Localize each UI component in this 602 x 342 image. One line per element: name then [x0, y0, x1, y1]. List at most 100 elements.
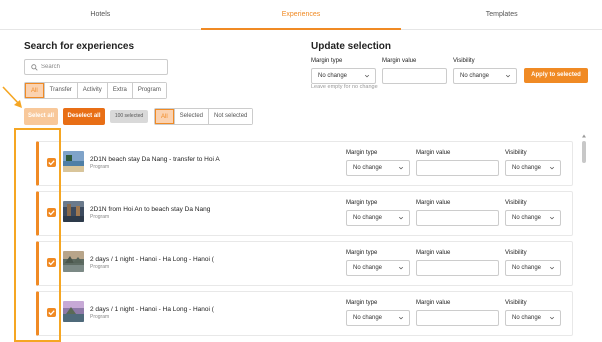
- update-title: Update selection: [311, 41, 392, 52]
- chevron-down-icon: [549, 266, 555, 270]
- item-thumbnail: [63, 151, 84, 172]
- filter-selection-all[interactable]: All: [155, 109, 174, 124]
- chevron-down-icon: [505, 74, 511, 78]
- row-margin-value-input[interactable]: [416, 160, 499, 176]
- row-margin-type-select[interactable]: No change: [346, 260, 410, 276]
- row-margin-type-select[interactable]: No change: [346, 210, 410, 226]
- row-visibility-value: No change: [512, 165, 542, 171]
- chevron-down-icon: [549, 316, 555, 320]
- deselect-all-button[interactable]: Deselect all: [63, 108, 105, 125]
- apply-to-selected-button[interactable]: Apply to selected: [524, 68, 588, 83]
- experience-list: 2D1N beach stay Da Nang - transfer to Ho…: [20, 133, 573, 342]
- chevron-down-icon: [398, 316, 404, 320]
- experience-row: 2D1N beach stay Da Nang - transfer to Ho…: [36, 141, 573, 186]
- item-type: Program: [90, 314, 110, 320]
- chevron-down-icon: [549, 216, 555, 220]
- margin-value-label: Margin value: [382, 58, 417, 64]
- row-margin-type-value: No change: [353, 265, 383, 271]
- row-visibility-select[interactable]: No change: [505, 310, 561, 326]
- row-visibility-value: No change: [512, 265, 542, 271]
- item-checkbox[interactable]: [47, 158, 56, 167]
- search-field[interactable]: [24, 59, 168, 75]
- row-margin-type-label: Margin type: [346, 200, 378, 206]
- item-title: 2 days / 1 night - Hanoi - Ha Long - Han…: [90, 306, 214, 313]
- experience-row: 2 days / 1 night - Hanoi - Ha Long - Han…: [36, 241, 573, 286]
- row-visibility-select[interactable]: No change: [505, 260, 561, 276]
- chevron-down-icon: [364, 74, 370, 78]
- bulk-margin-value-input[interactable]: [382, 68, 447, 84]
- row-visibility-label: Visibility: [505, 200, 527, 206]
- row-margin-type-value: No change: [353, 165, 383, 171]
- item-thumbnail: [63, 201, 84, 222]
- search-icon: [31, 63, 38, 71]
- row-margin-value-input[interactable]: [416, 310, 499, 326]
- search-title: Search for experiences: [24, 41, 135, 52]
- chevron-down-icon: [549, 166, 555, 170]
- row-visibility-select[interactable]: No change: [505, 160, 561, 176]
- item-title: 2D1N beach stay Da Nang - transfer to Ho…: [90, 156, 220, 163]
- filter-not-selected[interactable]: Not selected: [208, 109, 253, 124]
- item-checkbox[interactable]: [47, 258, 56, 267]
- experience-row: 2D1N from Hoi An to beach stay Da Nang P…: [36, 191, 573, 236]
- item-type: Program: [90, 164, 110, 170]
- row-visibility-select[interactable]: No change: [505, 210, 561, 226]
- list-scrollbar[interactable]: [581, 133, 587, 342]
- row-visibility-value: No change: [512, 215, 542, 221]
- tab-experiences[interactable]: Experiences: [200, 0, 402, 30]
- row-margin-value-input[interactable]: [416, 260, 499, 276]
- empty-hint: Leave empty for no change: [311, 84, 378, 90]
- margin-type-label: Margin type: [311, 58, 343, 64]
- tab-hotels[interactable]: Hotels: [0, 0, 201, 29]
- filter-extra[interactable]: Extra: [106, 83, 132, 98]
- row-visibility-label: Visibility: [505, 300, 527, 306]
- row-margin-value-input[interactable]: [416, 210, 499, 226]
- bulk-visibility-select[interactable]: No change: [453, 68, 517, 84]
- filter-selected[interactable]: Selected: [173, 109, 209, 124]
- item-checkbox[interactable]: [47, 308, 56, 317]
- row-margin-value-label: Margin value: [416, 300, 451, 306]
- row-margin-type-value: No change: [353, 215, 383, 221]
- select-all-button[interactable]: Select all: [24, 108, 58, 125]
- filter-program[interactable]: Program: [131, 83, 166, 98]
- row-margin-type-select[interactable]: No change: [346, 160, 410, 176]
- row-margin-type-label: Margin type: [346, 150, 378, 156]
- chevron-down-icon: [398, 266, 404, 270]
- bulk-margin-type-select[interactable]: No change: [311, 68, 376, 84]
- row-visibility-value: No change: [512, 315, 542, 321]
- item-thumbnail: [63, 251, 84, 272]
- check-icon: [48, 210, 55, 216]
- tab-bar: Hotels Experiences Templates: [0, 0, 602, 30]
- visibility-label: Visibility: [453, 58, 475, 64]
- check-icon: [48, 310, 55, 316]
- row-margin-value-label: Margin value: [416, 150, 451, 156]
- chevron-down-icon: [398, 216, 404, 220]
- check-icon: [48, 160, 55, 166]
- item-title: 2 days / 1 night - Hanoi - Ha Long - Han…: [90, 256, 214, 263]
- row-visibility-label: Visibility: [505, 250, 527, 256]
- row-margin-type-value: No change: [353, 315, 383, 321]
- row-margin-type-select[interactable]: No change: [346, 310, 410, 326]
- row-visibility-label: Visibility: [505, 150, 527, 156]
- filter-activity[interactable]: Activity: [76, 83, 107, 98]
- bulk-margin-type-value: No change: [318, 73, 348, 79]
- row-margin-type-label: Margin type: [346, 250, 378, 256]
- item-type: Program: [90, 214, 110, 220]
- search-input[interactable]: [41, 64, 161, 70]
- scrollbar-thumb[interactable]: [582, 141, 586, 163]
- row-margin-type-label: Margin type: [346, 300, 378, 306]
- row-margin-value-label: Margin value: [416, 250, 451, 256]
- filter-transfer[interactable]: Transfer: [43, 83, 77, 98]
- tab-templates[interactable]: Templates: [401, 0, 602, 29]
- item-type: Program: [90, 264, 110, 270]
- selected-count-badge: 100 selected: [110, 110, 148, 123]
- check-icon: [48, 260, 55, 266]
- bulk-visibility-value: No change: [460, 73, 490, 79]
- row-margin-value-label: Margin value: [416, 200, 451, 206]
- item-checkbox[interactable]: [47, 208, 56, 217]
- chevron-down-icon: [398, 166, 404, 170]
- experience-row: 2 days / 1 night - Hanoi - Ha Long - Han…: [36, 291, 573, 336]
- scroll-up-icon[interactable]: [581, 133, 587, 139]
- pointer-arrow-icon: [2, 86, 22, 108]
- item-thumbnail: [63, 301, 84, 322]
- type-filter: All Transfer Activity Extra Program: [24, 82, 167, 99]
